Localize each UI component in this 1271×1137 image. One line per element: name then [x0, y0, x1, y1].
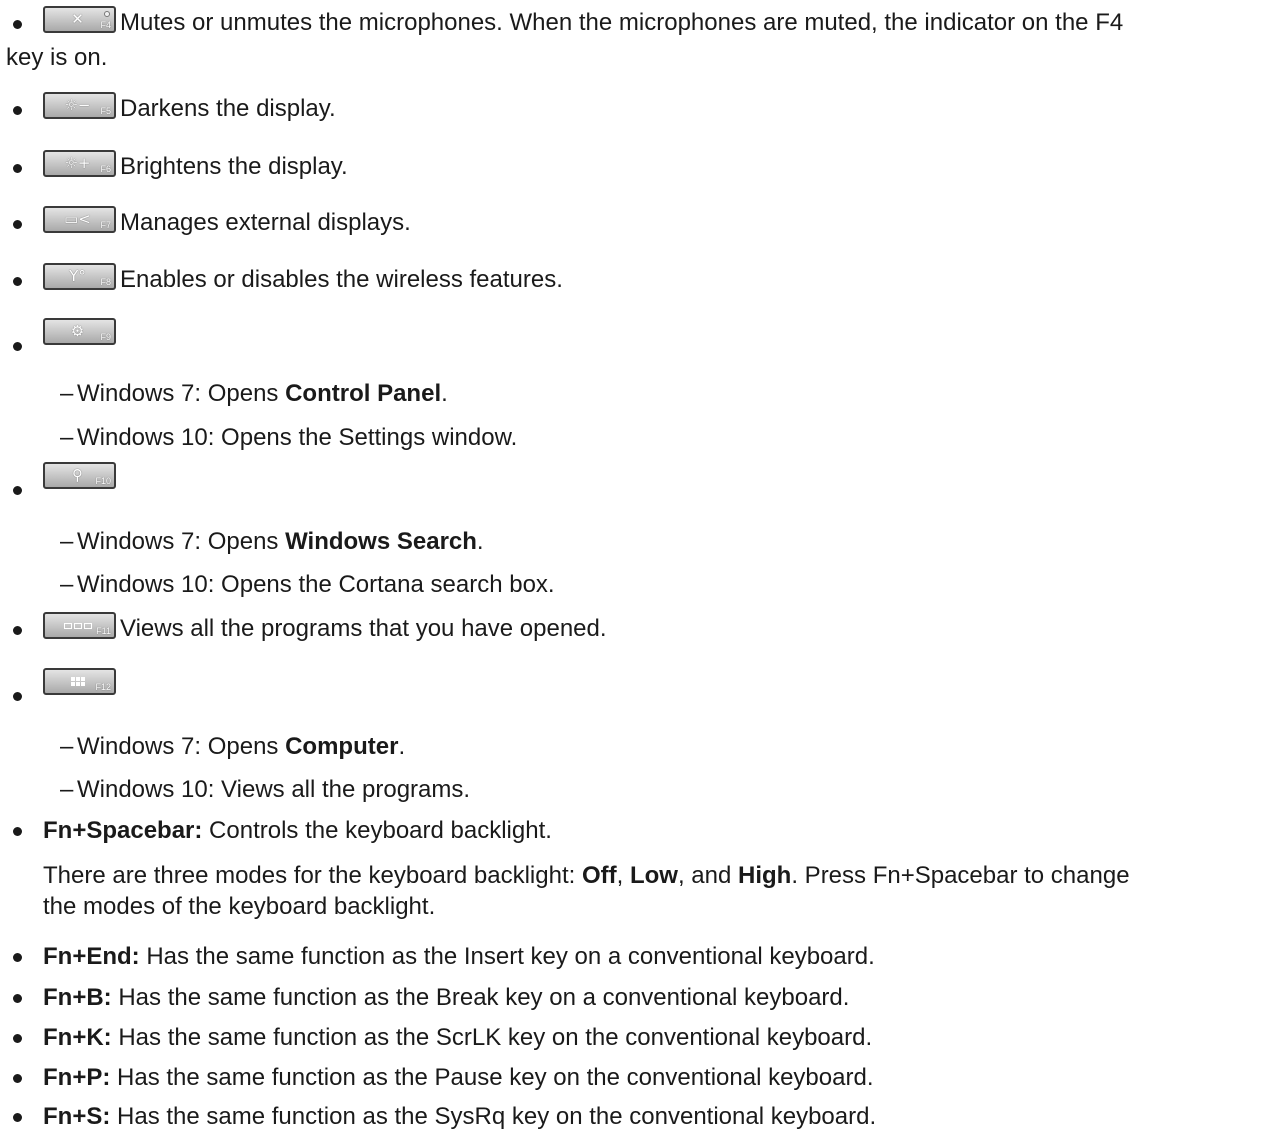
wireless-icon: Y° [69, 267, 86, 285]
dash: – [60, 733, 74, 760]
f5-key-image: ☼− F5 [43, 92, 116, 119]
f9-key-image: ⚙ F9 [43, 318, 116, 345]
backlight-modes-paragraph-continued: the modes of the keyboard backlight. [43, 893, 436, 920]
backlight-modes-paragraph: There are three modes for the keyboard b… [43, 862, 1130, 889]
bullet [13, 164, 22, 173]
f4-key-image: ✕ F4 [43, 6, 116, 33]
bullet [13, 626, 22, 635]
f7-description: Manages external displays. [120, 209, 411, 236]
f5-description: Darkens the display. [120, 95, 336, 122]
search-icon: ⚲ [72, 466, 83, 484]
f8-description: Enables or disables the wireless feature… [120, 266, 563, 293]
indicator-light [104, 11, 110, 17]
f4-description: Mutes or unmutes the microphones. When t… [120, 9, 1124, 36]
dash: – [60, 528, 74, 555]
bullet [13, 106, 22, 115]
settings-gear-icon: ⚙ [70, 322, 85, 340]
external-display-icon: ▭< [64, 210, 91, 228]
f4-description-continued: key is on. [6, 44, 108, 71]
f11-description: Views all the programs that you have ope… [120, 615, 607, 642]
brightness-down-icon: ☼− [64, 96, 91, 114]
computer-term: Computer [285, 733, 399, 760]
bullet [13, 220, 22, 229]
microphone-mute-icon: ✕ [71, 10, 84, 28]
fn-spacebar-label: Fn+Spacebar: [43, 817, 203, 844]
f7-key-image: ▭< F7 [43, 206, 116, 233]
bullet [13, 277, 22, 286]
f6-key-image: ☼+ F6 [43, 150, 116, 177]
bullet [13, 486, 22, 495]
dash: – [60, 776, 74, 803]
control-panel-term: Control Panel [285, 380, 442, 407]
brightness-up-icon: ☼+ [64, 154, 91, 172]
dash: – [60, 424, 74, 451]
bullet [13, 1074, 22, 1083]
bullet [13, 342, 22, 351]
f12-key-image: F12 [43, 668, 116, 695]
bullet [13, 20, 22, 29]
f8-key-image: Y° F8 [43, 263, 116, 290]
bullet [13, 1034, 22, 1043]
windows-search-term: Windows Search [285, 528, 477, 555]
task-view-icon [61, 614, 94, 637]
f10-key-image: ⚲ F10 [43, 462, 116, 489]
bullet [13, 994, 22, 1003]
dash: – [60, 380, 74, 407]
f11-key-image: F11 [43, 612, 116, 639]
bullet [13, 1113, 22, 1122]
bullet [13, 692, 22, 701]
f6-description: Brightens the display. [120, 153, 348, 180]
dash: – [60, 571, 74, 598]
all-programs-grid-icon [61, 670, 94, 693]
bullet [13, 953, 22, 962]
bullet [13, 827, 22, 836]
